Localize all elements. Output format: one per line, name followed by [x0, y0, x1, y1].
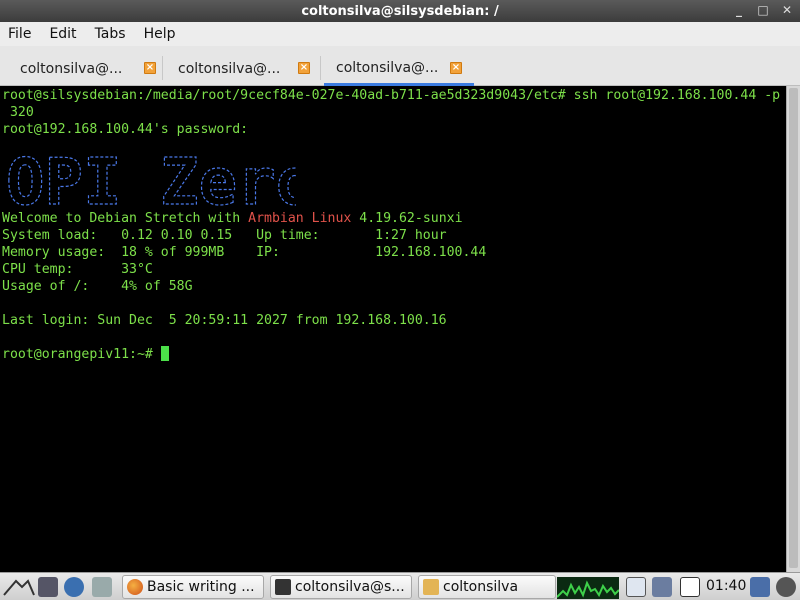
start-menu-icon[interactable] [2, 577, 36, 597]
stat-line: Memory usage: 18 % of 999MB IP: 192.168.… [2, 245, 487, 260]
tab-close-icon[interactable]: × [450, 62, 462, 74]
display-icon[interactable] [750, 577, 770, 597]
tab-label: coltonsilva@... [20, 61, 123, 77]
taskbar: Basic writing ... coltonsilva@s... colto… [0, 572, 800, 600]
folder-icon [423, 579, 439, 595]
kernel-version: 4.19.62-sunxi [351, 211, 463, 226]
shell-prompt: root@orangepiv11:~# [2, 347, 161, 362]
tab-3-active[interactable]: coltonsilva@... × [324, 52, 474, 86]
tab-bar: coltonsilva@... × coltonsilva@... × colt… [0, 46, 800, 86]
terminal-icon [275, 579, 291, 595]
power-icon[interactable] [776, 577, 796, 597]
task-terminal[interactable]: coltonsilva@s... [270, 575, 412, 599]
tab-divider [320, 56, 321, 80]
opi-zero-ascii-logo: OPI Zero [6, 145, 296, 210]
stat-line: System load: 0.12 0.10 0.15 Up time: 1:2… [2, 228, 447, 243]
show-desktop-icon[interactable] [38, 577, 58, 597]
task-label: Basic writing ... [147, 579, 255, 595]
terminal-output[interactable]: root@silsysdebian:/media/root/9cecf84e-0… [0, 86, 786, 572]
file-manager-launcher-icon[interactable] [92, 577, 112, 597]
menu-tabs[interactable]: Tabs [95, 26, 126, 42]
search-icon[interactable] [626, 577, 646, 597]
welcome-prefix: Welcome to Debian Stretch with [2, 211, 249, 226]
window-title: coltonsilva@silsysdebian: / [301, 3, 499, 19]
clock[interactable]: 01:40 [706, 578, 746, 594]
close-icon[interactable]: ✕ [780, 3, 794, 17]
terminal-line: root@silsysdebian:/media/root/9cecf84e-0… [2, 88, 781, 103]
keyboard-layout-icon[interactable] [680, 577, 700, 597]
tab-2[interactable]: coltonsilva@... × [172, 52, 322, 86]
tab-label: coltonsilva@... [178, 61, 281, 77]
window-titlebar: coltonsilva@silsysdebian: / _ □ ✕ [0, 0, 800, 22]
scrollbar-thumb[interactable] [789, 88, 798, 568]
logo-text: OPI Zero [6, 146, 296, 210]
network-icon[interactable] [652, 577, 672, 597]
terminal-scrollbar[interactable] [786, 86, 800, 572]
terminal-line: root@192.168.100.44's password: [2, 122, 249, 137]
tab-close-icon[interactable]: × [144, 62, 156, 74]
terminal-line: 320 [2, 105, 34, 120]
menu-file[interactable]: File [8, 26, 31, 42]
distro-name: Armbian Linux [248, 211, 352, 226]
browser-launcher-icon[interactable] [64, 577, 84, 597]
text-cursor [160, 346, 169, 361]
task-label: coltonsilva@s... [295, 579, 405, 595]
last-login-line: Last login: Sun Dec 5 20:59:11 2027 from… [2, 313, 447, 328]
prompt-line: root@orangepiv11:~# [2, 346, 786, 363]
minimize-icon[interactable]: _ [732, 3, 746, 17]
tab-1[interactable]: coltonsilva@... × [14, 52, 164, 86]
menu-help[interactable]: Help [144, 26, 176, 42]
tab-divider [162, 56, 163, 80]
menu-bar: File Edit Tabs Help [0, 22, 800, 46]
stat-line: CPU temp: 33°C [2, 262, 153, 277]
task-browser[interactable]: Basic writing ... [122, 575, 264, 599]
task-folder[interactable]: coltonsilva [418, 575, 556, 599]
welcome-line: Welcome to Debian Stretch with Armbian L… [2, 210, 786, 227]
cpu-monitor-graph [556, 577, 620, 599]
stat-line: Usage of /: 4% of 58G [2, 279, 193, 294]
firefox-icon [127, 579, 143, 595]
menu-edit[interactable]: Edit [49, 26, 76, 42]
tab-close-icon[interactable]: × [298, 62, 310, 74]
tab-label: coltonsilva@... [336, 59, 439, 76]
task-label: coltonsilva [443, 579, 519, 595]
maximize-icon[interactable]: □ [756, 3, 770, 17]
